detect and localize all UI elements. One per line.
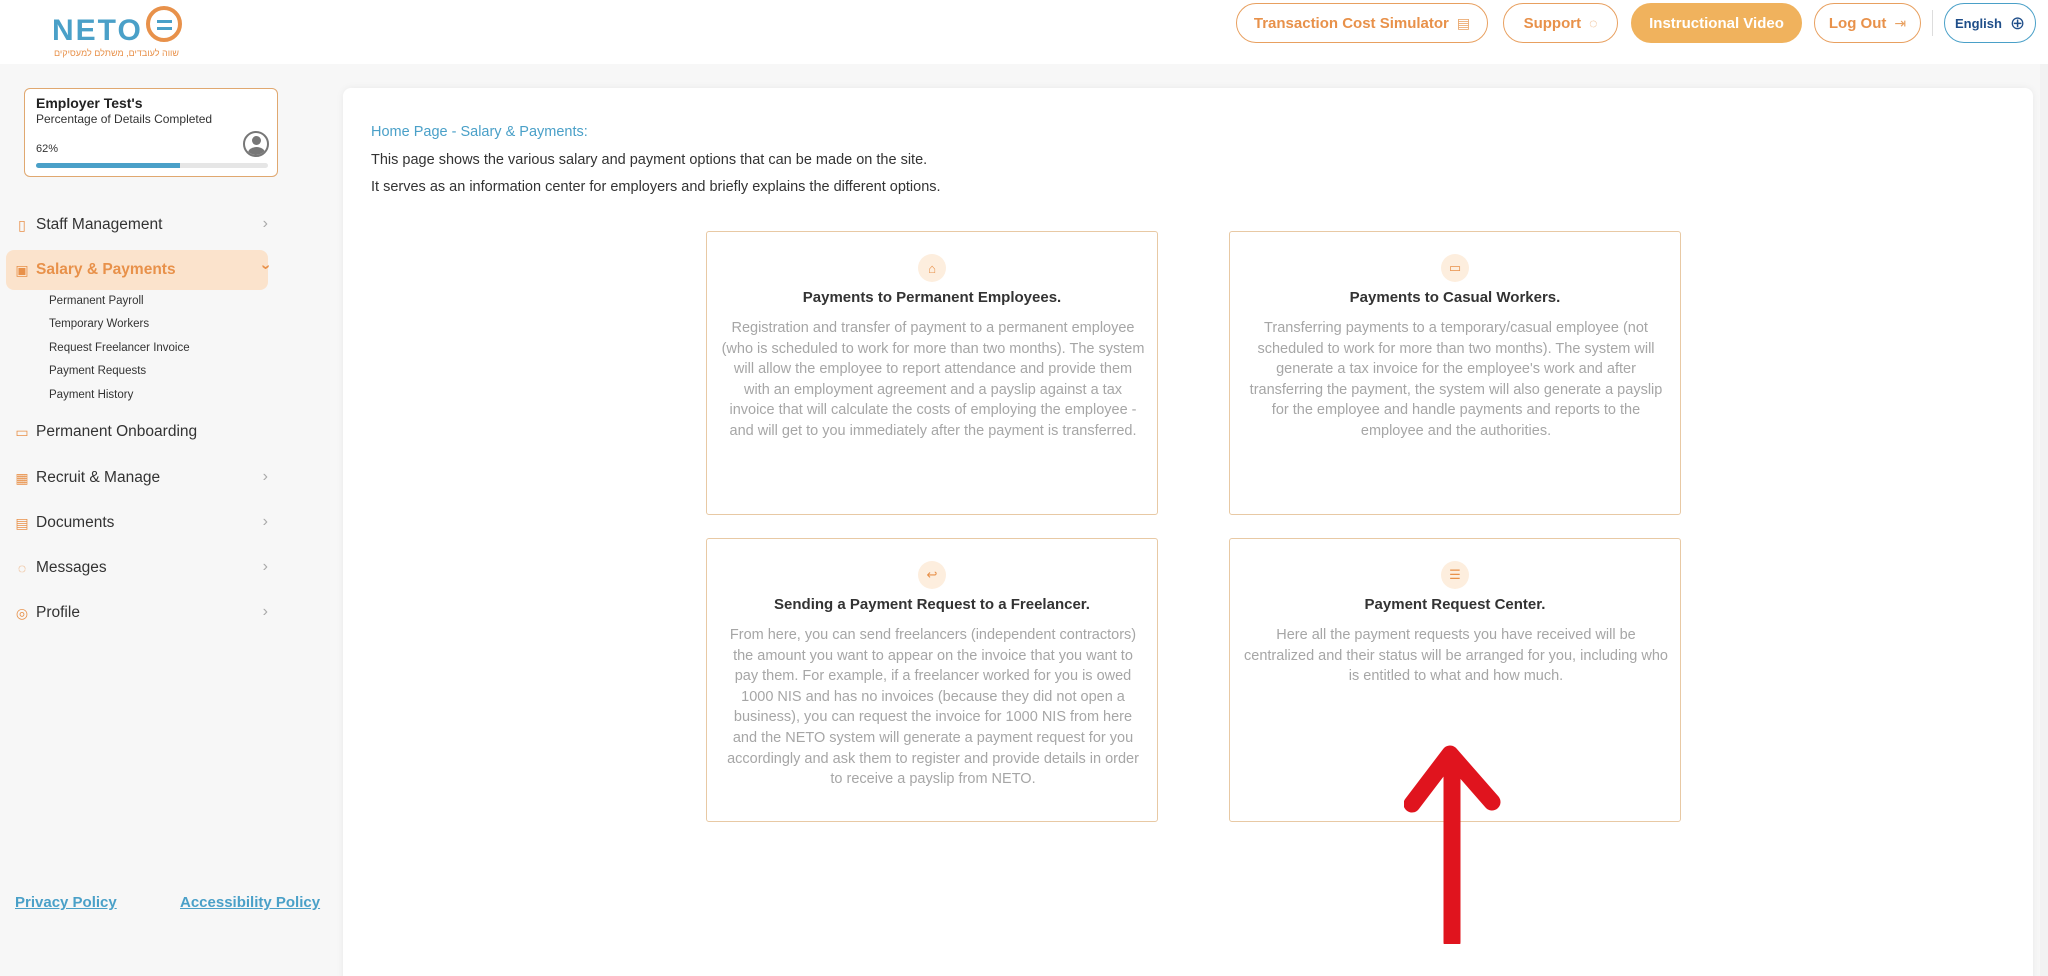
instructional-video-button[interactable]: Instructional Video (1631, 3, 1802, 43)
sidebar-item-label: Recruit & Manage (36, 469, 161, 486)
card-freelancer-payment-request[interactable]: ↩ Sending a Payment Request to a Freelan… (706, 538, 1158, 822)
sidebar-subitem-payment-history[interactable]: Payment History (49, 389, 133, 401)
sidebar-subitem-payment-requests[interactable]: Payment Requests (49, 365, 146, 377)
sidebar-item-label: Salary & Payments (36, 261, 176, 278)
transaction-cost-simulator-button[interactable]: Transaction Cost Simulator ▤ (1236, 3, 1488, 43)
accessibility-policy-link[interactable]: Accessibility Policy (180, 894, 320, 911)
card-title: Payment Request Center. (1364, 596, 1546, 613)
sidebar-item-label: Documents (36, 514, 115, 531)
completion-progress-fill (36, 163, 180, 168)
sidebar-item-label: Staff Management (36, 216, 163, 233)
intro-text-line-2: It serves as an information center for e… (371, 179, 941, 195)
grid-icon: ▦ (15, 469, 29, 486)
chevron-right-icon: › (262, 215, 268, 232)
logo-text: NETO (52, 14, 143, 47)
chevron-down-icon: › (257, 264, 275, 270)
briefcase-icon: ▭ (15, 423, 29, 440)
sidebar-item-staff-management[interactable]: ▯ Staff Management › (6, 205, 268, 245)
sidebar-item-label: Profile (36, 604, 80, 621)
sidebar-item-messages[interactable]: ◌ Messages › (6, 548, 268, 588)
log-out-label: Log Out (1828, 14, 1887, 32)
card-permanent-employees[interactable]: ⌂ Payments to Permanent Employees. Regis… (706, 231, 1158, 515)
chat-icon: ◌ (17, 560, 27, 576)
language-selector[interactable]: English ⊕ (1944, 3, 2036, 43)
card-title: Payments to Casual Workers. (1349, 289, 1561, 306)
instructional-video-label: Instructional Video (1649, 14, 1784, 32)
avatar[interactable] (243, 131, 269, 157)
chevron-right-icon: › (262, 603, 268, 620)
intro-text-line-1: This page shows the various salary and p… (371, 152, 928, 168)
sidebar-item-documents[interactable]: ▤ Documents › (6, 503, 268, 543)
card-description: From here, you can send freelancers (ind… (727, 627, 1139, 788)
support-button[interactable]: Support ◌ (1503, 3, 1618, 43)
transaction-cost-simulator-label: Transaction Cost Simulator (1253, 14, 1449, 32)
details-completed-label: Percentage of Details Completed (36, 112, 213, 126)
calculator-icon: ▤ (1456, 14, 1471, 31)
logo-subtitle: שווה לעובדים, משתלם למעסיקים (54, 48, 179, 58)
neto-logo[interactable]: NETO שווה לעובדים, משתלם למעסיקים (52, 6, 192, 58)
privacy-policy-link[interactable]: Privacy Policy (15, 894, 117, 911)
language-label: English (1954, 15, 2002, 31)
sidebar-subitem-permanent-payroll[interactable]: Permanent Payroll (49, 295, 144, 307)
list-icon: ☰ (1441, 561, 1469, 589)
sofa-icon: ⌂ (918, 254, 946, 282)
scrollbar[interactable] (2040, 64, 2048, 976)
card-description: Here all the payment requests you have r… (1244, 627, 1668, 685)
logo-equals-icon (146, 6, 182, 42)
card-title: Payments to Permanent Employees. (802, 289, 1062, 306)
chevron-right-icon: › (262, 513, 268, 530)
globe-icon: ⊕ (2009, 12, 2026, 33)
card-description: Registration and transfer of payment to … (721, 320, 1145, 439)
document-icon: ▯ (18, 216, 26, 233)
completion-progress-bar (36, 163, 268, 168)
top-header: NETO שווה לעובדים, משתלם למעסיקים Transa… (0, 0, 2048, 64)
card-title: Sending a Payment Request to a Freelance… (774, 596, 1090, 613)
briefcase-icon: ▭ (1441, 254, 1469, 282)
card-description: Transferring payments to a temporary/cas… (1249, 320, 1663, 439)
chevron-right-icon: › (262, 558, 268, 575)
sidebar-item-permanent-onboarding[interactable]: ▭ Permanent Onboarding (6, 412, 268, 452)
chevron-right-icon: › (262, 468, 268, 485)
main-content-panel: Home Page - Salary & Payments: This page… (343, 88, 2033, 976)
sidebar-item-recruit-manage[interactable]: ▦ Recruit & Manage › (6, 458, 268, 498)
completion-percent: 62% (36, 143, 59, 155)
sidebar-item-label: Permanent Onboarding (36, 423, 198, 440)
breadcrumb[interactable]: Home Page - Salary & Payments: (371, 124, 588, 140)
send-request-icon: ↩ (918, 561, 946, 589)
employer-name: Employer Test's (36, 95, 143, 111)
header-divider (1932, 10, 1933, 36)
sidebar-item-salary-payments[interactable]: ▣ Salary & Payments › (6, 250, 274, 290)
logout-icon: ⇥ (1894, 14, 1907, 31)
sidebar-subitem-temporary-workers[interactable]: Temporary Workers (49, 318, 149, 330)
chat-bubble-icon: ◌ (1589, 15, 1598, 31)
employer-profile-card[interactable]: Employer Test's Percentage of Details Co… (24, 88, 278, 177)
sidebar-item-profile[interactable]: ◎ Profile › (6, 593, 268, 633)
card-casual-workers[interactable]: ▭ Payments to Casual Workers. Transferri… (1229, 231, 1681, 515)
user-icon: ◎ (15, 604, 29, 621)
invoice-icon: ▣ (15, 261, 29, 278)
red-arrow-annotation (1404, 745, 1501, 944)
support-label: Support (1523, 14, 1582, 32)
sidebar-subitem-request-freelancer-invoice[interactable]: Request Freelancer Invoice (49, 342, 190, 354)
folder-icon: ▤ (15, 514, 29, 531)
log-out-button[interactable]: Log Out ⇥ (1814, 3, 1921, 43)
sidebar-item-label: Messages (36, 559, 107, 576)
